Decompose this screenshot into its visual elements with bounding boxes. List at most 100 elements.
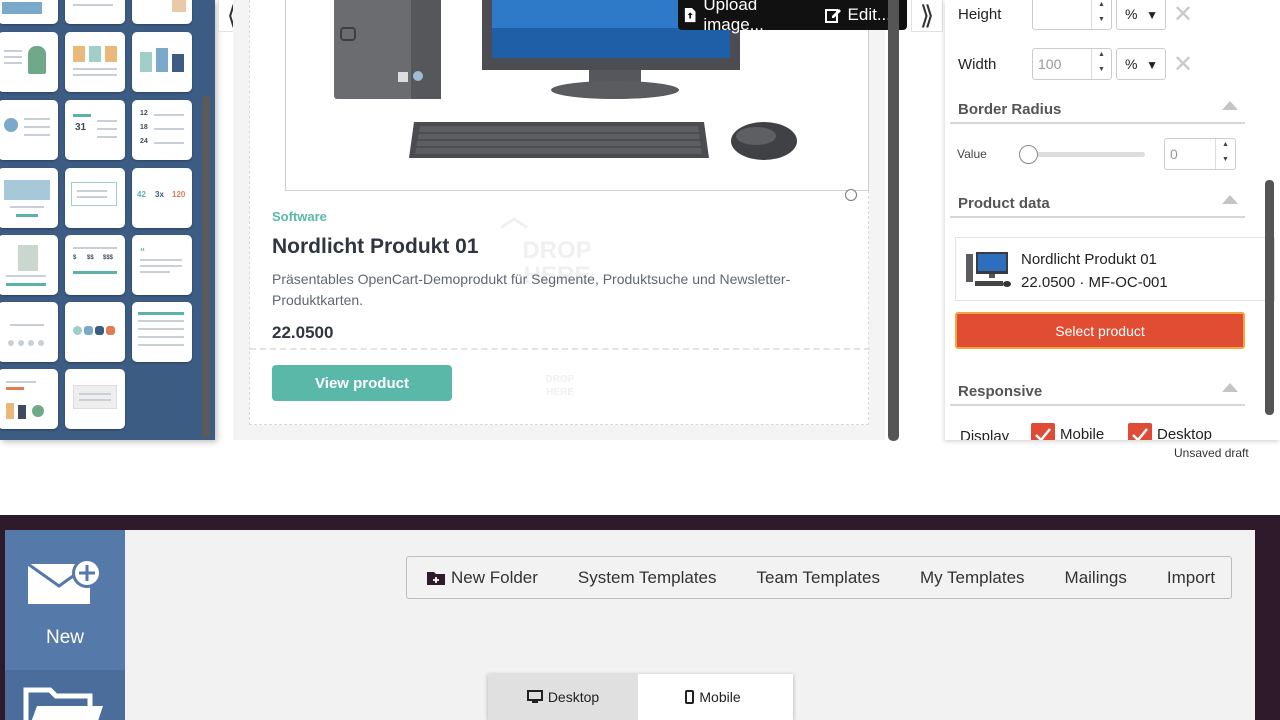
responsive-title: Responsive — [958, 383, 1043, 400]
checkmark-icon — [1132, 428, 1148, 440]
my-templates-link[interactable]: My Templates — [920, 568, 1025, 588]
border-radius-stepper[interactable]: ▲ ▼ — [1215, 139, 1235, 169]
edit-icon — [824, 9, 841, 23]
product-data-title: Product data — [958, 195, 1050, 212]
height-unit-select[interactable]: % ▼ — [1116, 0, 1166, 30]
height-label: Height — [958, 6, 1002, 23]
new-folder-label: New Folder — [451, 567, 538, 587]
view-product-button[interactable]: View product — [272, 365, 452, 401]
template-thumbnail[interactable] — [132, 32, 192, 92]
import-link[interactable]: Import — [1167, 568, 1215, 588]
template-thumbnail[interactable] — [65, 369, 125, 429]
desktop-label: Desktop — [1157, 426, 1213, 440]
desktop-label: Desktop — [547, 689, 600, 705]
template-panel-scrollbar[interactable] — [202, 96, 210, 438]
folder-plus-icon — [427, 572, 445, 585]
caret-down-icon: ▼ — [1146, 8, 1158, 22]
height-unit: % — [1125, 6, 1138, 22]
checkmark-icon — [1035, 428, 1051, 440]
canvas-scrollbar[interactable] — [888, 0, 899, 441]
width-input[interactable]: 100 ▲ ▼ — [1032, 48, 1112, 80]
clear-height-icon[interactable]: ✕ — [1173, 0, 1193, 28]
upload-image-label: Upload image... — [703, 0, 764, 34]
template-thumbnail[interactable]: 12 18 24 — [132, 100, 192, 160]
display-label: Display — [960, 428, 1010, 440]
collapse-triangle-icon — [1222, 195, 1238, 204]
mobile-label: Mobile — [699, 689, 741, 705]
properties-scrollbar[interactable] — [1265, 180, 1274, 415]
template-thumbnail[interactable] — [65, 32, 125, 92]
new-label: New — [45, 627, 84, 648]
template-navigation: New Folder System Templates Team Templat… — [406, 556, 1232, 599]
edit-image-button[interactable]: Edit... — [824, 5, 891, 25]
template-thumbnail[interactable]: 31 — [65, 100, 125, 160]
app-sidebar: New — [5, 530, 125, 720]
collapse-triangle-icon — [1222, 383, 1238, 392]
border-radius-value: 0 — [1170, 146, 1178, 162]
border-radius-section-header[interactable]: Border Radius — [950, 98, 1245, 124]
template-thumbnail[interactable] — [0, 100, 58, 160]
template-thumbnail[interactable] — [0, 168, 58, 228]
new-mail-icon — [27, 558, 102, 604]
system-templates-link[interactable]: System Templates — [578, 568, 717, 588]
width-label: Width — [958, 56, 997, 73]
height-stepper[interactable]: ▲ ▼ — [1091, 0, 1111, 29]
template-thumbnail[interactable] — [0, 32, 58, 92]
email-editor: 31 12 18 24 42 3x 120 $ $$ $$$ “ ︿ DROP … — [0, 0, 1280, 515]
template-thumbnail[interactable]: “ — [132, 235, 192, 295]
template-thumbnail[interactable] — [65, 0, 125, 24]
team-templates-link[interactable]: Team Templates — [757, 568, 880, 588]
product-price: 22.0500 — [272, 323, 334, 342]
template-thumbnail[interactable] — [0, 369, 58, 429]
selected-product-meta: 22.0500 · MF-OC-001 — [1021, 274, 1168, 291]
width-value: 100 — [1038, 56, 1062, 72]
drop-zone-chevron-up-icon: ︿ — [500, 201, 529, 232]
width-stepper[interactable]: ▲ ▼ — [1091, 49, 1111, 79]
drop-placeholder-small: DROP HERE — [545, 374, 575, 398]
upload-file-icon — [684, 7, 696, 23]
new-button[interactable]: New — [5, 530, 125, 670]
template-thumbnail[interactable] — [65, 302, 125, 362]
save-status: Unsaved draft — [1174, 446, 1249, 460]
template-thumbnail[interactable] — [0, 302, 58, 362]
double-chevron-right-icon[interactable]: ⟫ — [911, 0, 943, 32]
border-radius-slider-thumb[interactable] — [1019, 145, 1038, 164]
border-radius-slider[interactable] — [1028, 152, 1145, 157]
desktop-view-button[interactable]: Desktop — [488, 674, 638, 720]
product-thumbnail — [966, 252, 1011, 287]
clear-width-icon[interactable]: ✕ — [1173, 50, 1193, 78]
template-thumbnail[interactable] — [0, 0, 58, 24]
mobile-checkbox[interactable] — [1031, 423, 1055, 440]
border-radius-value-label: Value — [957, 147, 987, 161]
template-thumbnail[interactable] — [65, 168, 125, 228]
selected-product-card: Nordlicht Produkt 01 22.0500 · MF-OC-001 — [955, 237, 1275, 301]
border-radius-input[interactable]: 0 ▲ ▼ — [1164, 138, 1236, 170]
upload-image-button[interactable]: Upload image... — [684, 0, 809, 35]
properties-panel: Height ▲ ▼ % ▼ ✕ Width 100 ▲ ▼ % ▼ ✕ Border … — [945, 0, 1280, 440]
mobile-view-button[interactable]: Mobile — [638, 674, 788, 720]
folders-button[interactable] — [5, 670, 125, 720]
mobile-label: Mobile — [1060, 426, 1105, 440]
template-thumbnail[interactable] — [132, 0, 192, 24]
responsive-section-header[interactable]: Responsive — [950, 380, 1245, 406]
image-resize-handle[interactable] — [845, 189, 857, 201]
template-thumbnail[interactable] — [132, 302, 192, 362]
width-unit-select[interactable]: % ▼ — [1116, 48, 1166, 80]
collapse-triangle-icon — [1222, 101, 1238, 110]
desktop-checkbox[interactable] — [1128, 423, 1152, 440]
product-block[interactable]: ︿ DROP HERE DROP HERE — [249, 0, 870, 425]
height-input[interactable]: ▲ ▼ — [1032, 0, 1112, 30]
product-data-section-header[interactable]: Product data — [950, 192, 1245, 218]
new-folder-button[interactable]: New Folder — [427, 568, 538, 588]
template-thumbnail[interactable]: 42 3x 120 — [132, 168, 192, 228]
product-description: Präsentables OpenCart-Demoprodukt für Se… — [272, 271, 791, 308]
select-product-button[interactable]: Select product — [955, 312, 1245, 349]
caret-down-icon: ▼ — [1146, 58, 1158, 72]
edit-image-label: Edit... — [847, 5, 891, 24]
product-title: Nordlicht Produkt 01 — [272, 235, 479, 258]
image-toolbar: Upload image... Edit... — [678, 0, 907, 34]
template-thumbnail-panel: 31 12 18 24 42 3x 120 $ $$ $$$ “ — [0, 0, 215, 440]
template-thumbnail[interactable]: $ $$ $$$ — [65, 235, 125, 295]
template-thumbnail[interactable] — [0, 235, 58, 295]
mailings-link[interactable]: Mailings — [1065, 568, 1127, 588]
